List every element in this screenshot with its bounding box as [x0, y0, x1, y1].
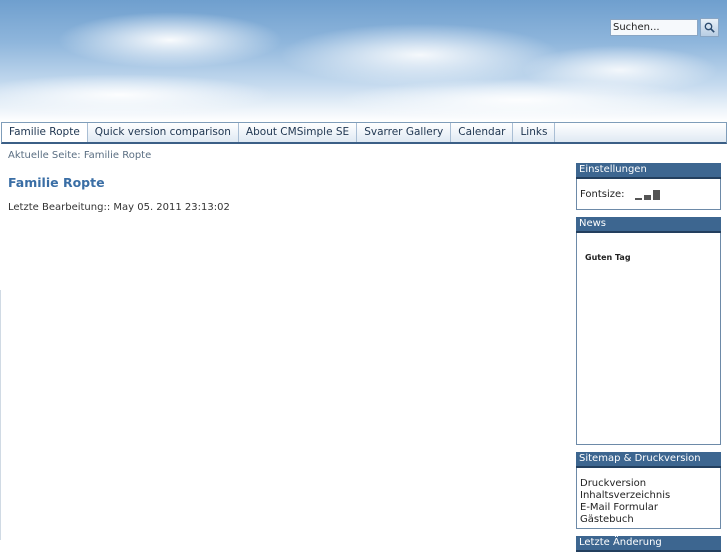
- sitemap-body: Druckversion Inhaltsverzeichnis E-Mail F…: [576, 468, 721, 529]
- guestbook-link[interactable]: Gästebuch: [580, 514, 717, 526]
- sitemap-box: Sitemap & Druckversion Druckversion Inha…: [576, 452, 721, 529]
- email-form-link[interactable]: E-Mail Formular: [580, 502, 717, 514]
- nav-item-svarrer-gallery[interactable]: Svarrer Gallery: [357, 123, 452, 142]
- news-body: Guten Tag: [576, 233, 721, 445]
- fontsize-controls: [633, 189, 660, 200]
- content-border: [0, 290, 1, 540]
- nav-item-calendar[interactable]: Calendar: [451, 123, 514, 142]
- news-box: News Guten Tag: [576, 217, 721, 445]
- main-navigation: Familie Ropte Quick version comparison A…: [1, 122, 727, 144]
- nav-item-familie-ropte[interactable]: Familie Ropte: [2, 123, 88, 142]
- fontsize-large-icon[interactable]: [652, 189, 660, 200]
- search-form: [610, 18, 719, 37]
- last-change-title: Letzte Änderung: [576, 536, 721, 552]
- sidebar: Einstellungen Fontsize: News Guten Tag S…: [576, 163, 721, 559]
- news-text: Guten Tag: [585, 253, 631, 262]
- nav-item-quick-version-comparison[interactable]: Quick version comparison: [88, 123, 239, 142]
- fontsize-small-icon[interactable]: [634, 197, 642, 200]
- sitemap-link[interactable]: Inhaltsverzeichnis: [580, 490, 717, 502]
- search-icon: [704, 22, 715, 33]
- fontsize-medium-icon[interactable]: [643, 194, 651, 200]
- search-input[interactable]: [610, 19, 698, 36]
- page-title: Familie Ropte: [8, 175, 105, 190]
- search-button[interactable]: [700, 18, 719, 37]
- sitemap-title: Sitemap & Druckversion: [576, 452, 721, 468]
- last-change-box: Letzte Änderung: [576, 536, 721, 552]
- settings-title: Einstellungen: [576, 163, 721, 179]
- header-banner: [0, 0, 727, 122]
- settings-box: Einstellungen Fontsize:: [576, 163, 721, 210]
- last-edit-info: Letzte Bearbeitung:: May 05. 2011 23:13:…: [8, 202, 230, 213]
- fontsize-row: Fontsize:: [580, 183, 717, 205]
- print-version-link[interactable]: Druckversion: [580, 478, 717, 490]
- nav-item-about-cmsimple-se[interactable]: About CMSimple SE: [239, 123, 358, 142]
- settings-body: Fontsize:: [576, 179, 721, 210]
- fontsize-label: Fontsize:: [580, 188, 625, 200]
- breadcrumb: Aktuelle Seite: Familie Ropte: [8, 150, 152, 161]
- nav-item-links[interactable]: Links: [513, 123, 556, 142]
- news-title: News: [576, 217, 721, 233]
